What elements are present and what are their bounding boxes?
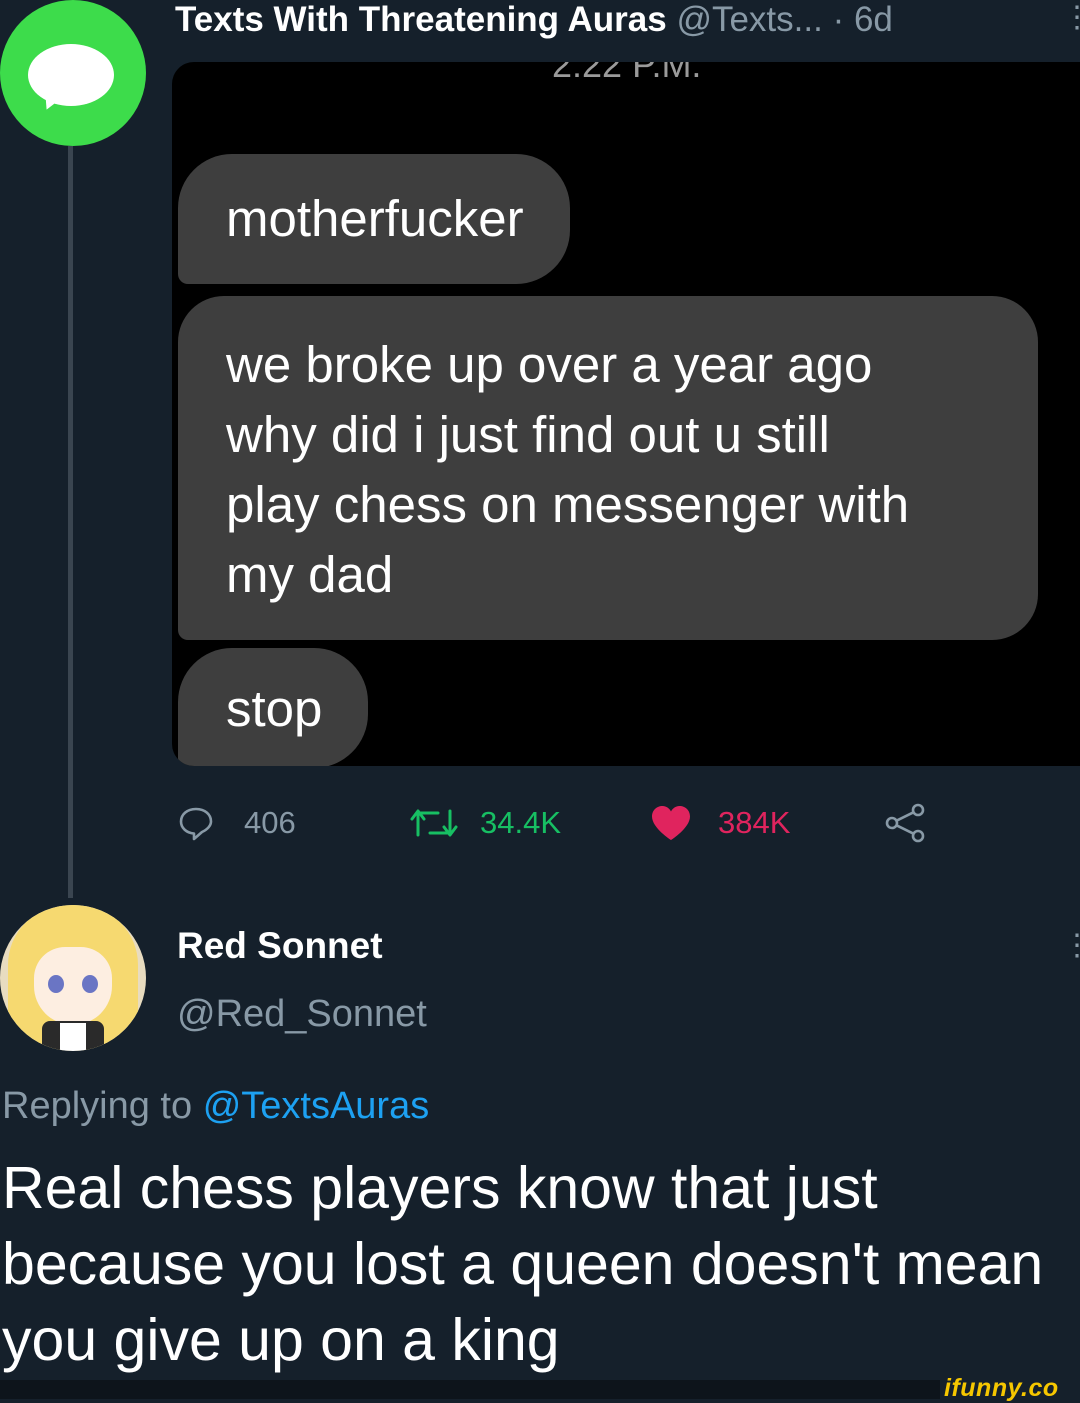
thread-line: [68, 146, 73, 898]
message-bubble: we broke up over a year ago why did i ju…: [178, 296, 1038, 640]
replying-to: Replying to @TextsAuras: [2, 1085, 429, 1128]
like-count: 384K: [718, 805, 791, 840]
embedded-screenshot[interactable]: 2:22 P.M. motherfucker we broke up over …: [172, 62, 1080, 766]
bottom-bar: [0, 1380, 940, 1399]
reply-author-avatar[interactable]: [0, 905, 146, 1051]
tweet-header: Texts With Threatening Auras @Texts... ·…: [175, 0, 893, 40]
more-icon[interactable]: ⋮: [1062, 928, 1080, 963]
retweet-button[interactable]: 34.4K: [410, 802, 561, 844]
heart-icon: [652, 806, 690, 840]
reply-author-handle[interactable]: @Red_Sonnet: [177, 993, 427, 1036]
author-handle[interactable]: @Texts...: [676, 0, 822, 39]
reply-text: Real chess players know that just becaus…: [2, 1155, 1044, 1373]
message-bubble: stop: [178, 648, 369, 766]
share-button[interactable]: [884, 802, 928, 844]
share-icon: [885, 803, 925, 843]
replying-to-label: Replying to: [2, 1085, 193, 1127]
more-icon[interactable]: ⋮: [1062, 3, 1080, 33]
reply-icon: [179, 807, 213, 841]
message-bubble: motherfucker: [178, 154, 570, 284]
reply-count: 406: [244, 805, 296, 840]
mention-link[interactable]: @TextsAuras: [203, 1085, 430, 1127]
retweet-icon: [410, 809, 458, 837]
reply-author-name[interactable]: Red Sonnet: [177, 925, 383, 967]
author-avatar[interactable]: [0, 0, 146, 146]
author-name[interactable]: Texts With Threatening Auras: [175, 0, 667, 39]
retweet-count: 34.4K: [480, 805, 562, 840]
message-timestamp: 2:22 P.M.: [552, 62, 702, 85]
like-button[interactable]: 384K: [650, 802, 790, 844]
tweet-time: · 6d: [832, 0, 893, 39]
reply-button[interactable]: 406: [178, 802, 296, 844]
